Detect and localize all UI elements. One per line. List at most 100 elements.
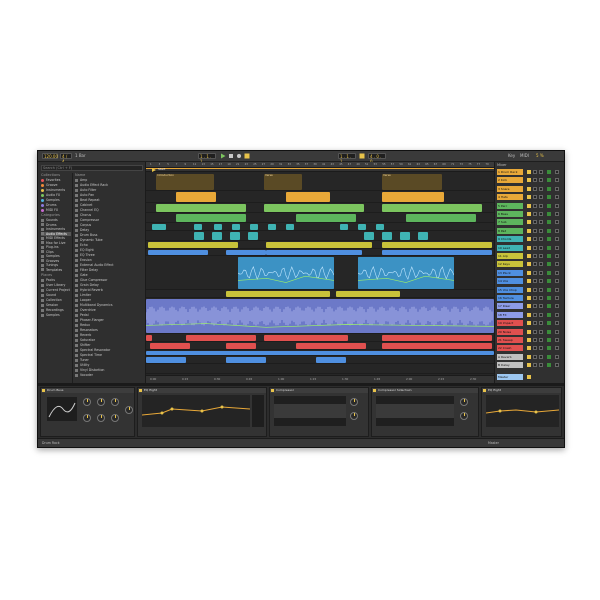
arrangement-clip[interactable]	[232, 224, 240, 230]
arrangement-clip[interactable]	[152, 224, 166, 230]
browser-item[interactable]: Pedal	[75, 313, 143, 317]
arm-button[interactable]	[539, 296, 543, 300]
mixer-track[interactable]: 16 Texture	[497, 295, 563, 301]
solo-button[interactable]	[533, 354, 537, 359]
monitor-button[interactable]	[555, 354, 559, 359]
arrangement-clip[interactable]	[214, 224, 222, 230]
arm-button[interactable]	[539, 354, 543, 359]
category-item[interactable]: Sounds	[41, 218, 71, 222]
arrangement-clip[interactable]	[186, 335, 256, 341]
arrangement-clip[interactable]	[382, 204, 482, 212]
monitor-button[interactable]	[555, 329, 559, 334]
browser-item[interactable]: Phaser-Flanger	[75, 318, 143, 322]
arrangement-track[interactable]	[146, 298, 494, 334]
browser-item[interactable]: EQ Three	[75, 253, 143, 257]
loop-length[interactable]: 4 . 0 . 0	[368, 153, 386, 164]
browser-item[interactable]: Hybrid Reverb	[75, 288, 143, 292]
solo-button[interactable]	[533, 321, 537, 326]
arrangement-track[interactable]	[146, 241, 494, 249]
browser-item[interactable]: Glue Compressor	[75, 278, 143, 282]
track-activator-button[interactable]	[527, 279, 531, 284]
arrangement-clip[interactable]	[264, 335, 348, 341]
track-activator-button[interactable]	[527, 296, 531, 300]
category-item[interactable]: Max for Live	[41, 241, 71, 245]
mixer-track[interactable]: 11 Arp	[497, 253, 563, 259]
solo-button[interactable]	[533, 329, 537, 334]
arrangement-track[interactable]	[146, 213, 494, 223]
browser-item[interactable]: Chorus	[75, 213, 143, 217]
arrangement-clip[interactable]	[250, 224, 258, 230]
monitor-button[interactable]	[555, 178, 559, 183]
browser-item[interactable]: Spectral Resonator	[75, 348, 143, 352]
category-item[interactable]: Plug-ins	[41, 245, 71, 249]
arrangement-clip[interactable]	[146, 351, 494, 355]
eq-curve-display[interactable]	[142, 395, 250, 427]
arm-button[interactable]	[539, 178, 543, 183]
arm-button[interactable]	[539, 279, 543, 284]
track-activator-button[interactable]	[527, 304, 531, 309]
monitor-button[interactable]	[555, 228, 559, 233]
arrangement-clip[interactable]: Introduction	[156, 174, 214, 190]
mixer-track[interactable]: 18 FX	[497, 311, 563, 318]
track-activator-button[interactable]	[527, 312, 531, 317]
loop-start[interactable]: 1 . 1 . 1	[338, 153, 356, 164]
collection-item[interactable]: Favorites	[41, 178, 71, 182]
solo-button[interactable]	[533, 254, 537, 258]
monitor-button[interactable]	[555, 279, 559, 284]
arrangement-clip[interactable]	[382, 242, 492, 248]
monitor-button[interactable]	[555, 304, 559, 309]
monitor-button[interactable]	[555, 363, 559, 368]
browser-item[interactable]: Grain Delay	[75, 283, 143, 287]
mixer-track[interactable]: 19 Impact	[497, 320, 563, 327]
mixer-track[interactable]: 10 Lead	[497, 244, 563, 251]
mixer-track[interactable]: 22 Crash	[497, 345, 563, 352]
track-activator-button[interactable]	[527, 354, 531, 359]
solo-button[interactable]	[533, 338, 537, 342]
monitor-button[interactable]	[555, 220, 559, 225]
arm-button[interactable]	[539, 212, 543, 216]
category-item[interactable]: MIDI Effects	[41, 236, 71, 240]
time-ruler[interactable]: 0:00 0:15 0:30 0:45 1:00 1:15 1:30 1:45 2:00 2:15…	[146, 375, 494, 383]
monitor-button[interactable]	[555, 245, 559, 250]
mixer-track[interactable]: 21 Sweep	[497, 337, 563, 343]
arrangement-clip[interactable]	[150, 343, 190, 349]
collection-item[interactable]: MIDI FX	[41, 208, 71, 212]
threshold-knob[interactable]	[350, 398, 358, 406]
arrangement-clip[interactable]	[336, 291, 400, 297]
track-activator-button[interactable]	[527, 170, 531, 174]
monitor-button[interactable]	[555, 195, 559, 200]
browser-item[interactable]: Resonators	[75, 328, 143, 332]
track-activator-button[interactable]	[527, 237, 531, 242]
browser-item[interactable]: External Audio Effect	[75, 263, 143, 267]
time-signature[interactable]: 4 / 4	[60, 153, 72, 164]
arrangement-clip[interactable]	[146, 357, 186, 363]
solo-button[interactable]	[533, 178, 537, 183]
arm-button[interactable]	[539, 220, 543, 225]
arrangement-track[interactable]	[146, 290, 494, 298]
solo-button[interactable]	[533, 170, 537, 174]
arrangement-clip[interactable]	[248, 232, 258, 240]
arm-button[interactable]	[539, 203, 543, 208]
arrangement-clip[interactable]	[364, 232, 374, 240]
release-knob[interactable]	[460, 412, 468, 420]
arm-button[interactable]	[539, 338, 543, 342]
arrangement-track[interactable]	[146, 364, 494, 374]
arm-button[interactable]	[539, 346, 543, 351]
stop-icon[interactable]	[228, 153, 234, 159]
arm-button[interactable]	[539, 262, 543, 267]
browser-item[interactable]: Multiband Dynamics	[75, 303, 143, 307]
browser-item[interactable]: Audio Effect Rack	[75, 183, 143, 187]
arm-button[interactable]	[539, 312, 543, 317]
mixer-track[interactable]: 12 Keys	[497, 261, 563, 268]
track-activator-button[interactable]	[527, 203, 531, 208]
browser-item[interactable]: Gate	[75, 273, 143, 277]
browser-item[interactable]: Shifter	[75, 343, 143, 347]
solo-button[interactable]	[533, 346, 537, 351]
place-item[interactable]: Packs	[41, 278, 71, 282]
arrangement-clip[interactable]	[148, 250, 208, 255]
arm-button[interactable]	[539, 287, 543, 292]
track-activator-button[interactable]	[527, 178, 531, 183]
place-item[interactable]: User Library	[41, 283, 71, 287]
arrangement-clip[interactable]	[286, 192, 330, 202]
dry-wet-knob[interactable]	[125, 406, 133, 414]
